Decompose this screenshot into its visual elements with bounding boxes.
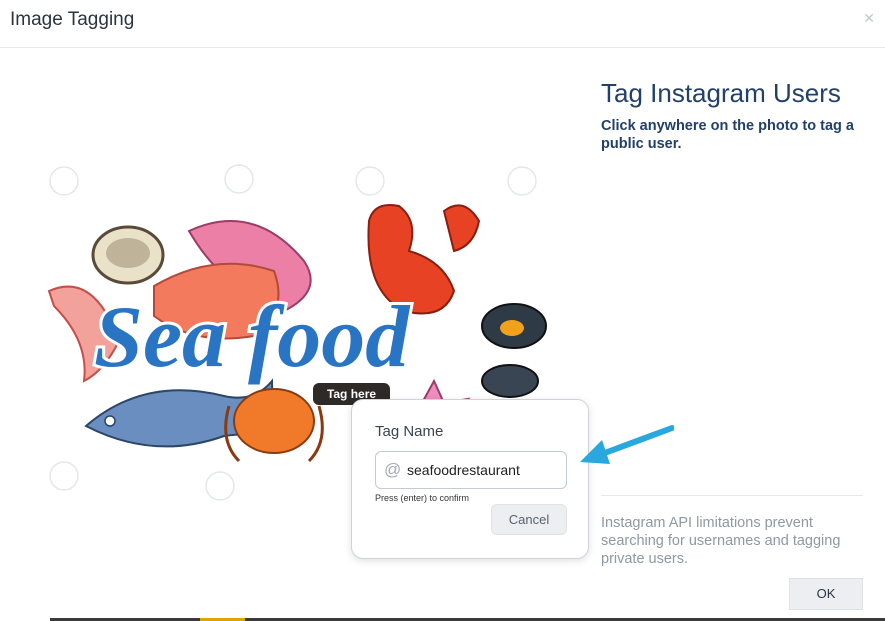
tag-popover: Tag Name @ Press (enter) to confirm Canc… — [351, 399, 589, 559]
close-icon[interactable]: ✕ — [863, 10, 875, 27]
tag-name-input[interactable] — [407, 459, 562, 481]
cancel-button[interactable]: Cancel — [491, 504, 567, 535]
sidebar-description: Click anywhere on the photo to tag a pub… — [601, 118, 854, 152]
tag-name-label: Tag Name — [375, 423, 444, 440]
confirm-hint: Press (enter) to confirm — [375, 493, 470, 503]
ok-button[interactable]: OK — [789, 578, 863, 610]
dialog-title: Image Tagging — [10, 9, 135, 30]
tag-name-field[interactable]: @ — [375, 451, 567, 489]
at-icon: @ — [384, 460, 402, 479]
brand-text: Sea food — [94, 289, 411, 386]
api-limitation-note: Instagram API limitations prevent search… — [601, 515, 841, 567]
sidebar-divider — [601, 495, 863, 496]
pointer-arrow-icon — [580, 425, 674, 464]
dialog-header: Image Tagging ✕ — [0, 0, 885, 48]
sidebar-title: Tag Instagram Users — [601, 78, 841, 108]
